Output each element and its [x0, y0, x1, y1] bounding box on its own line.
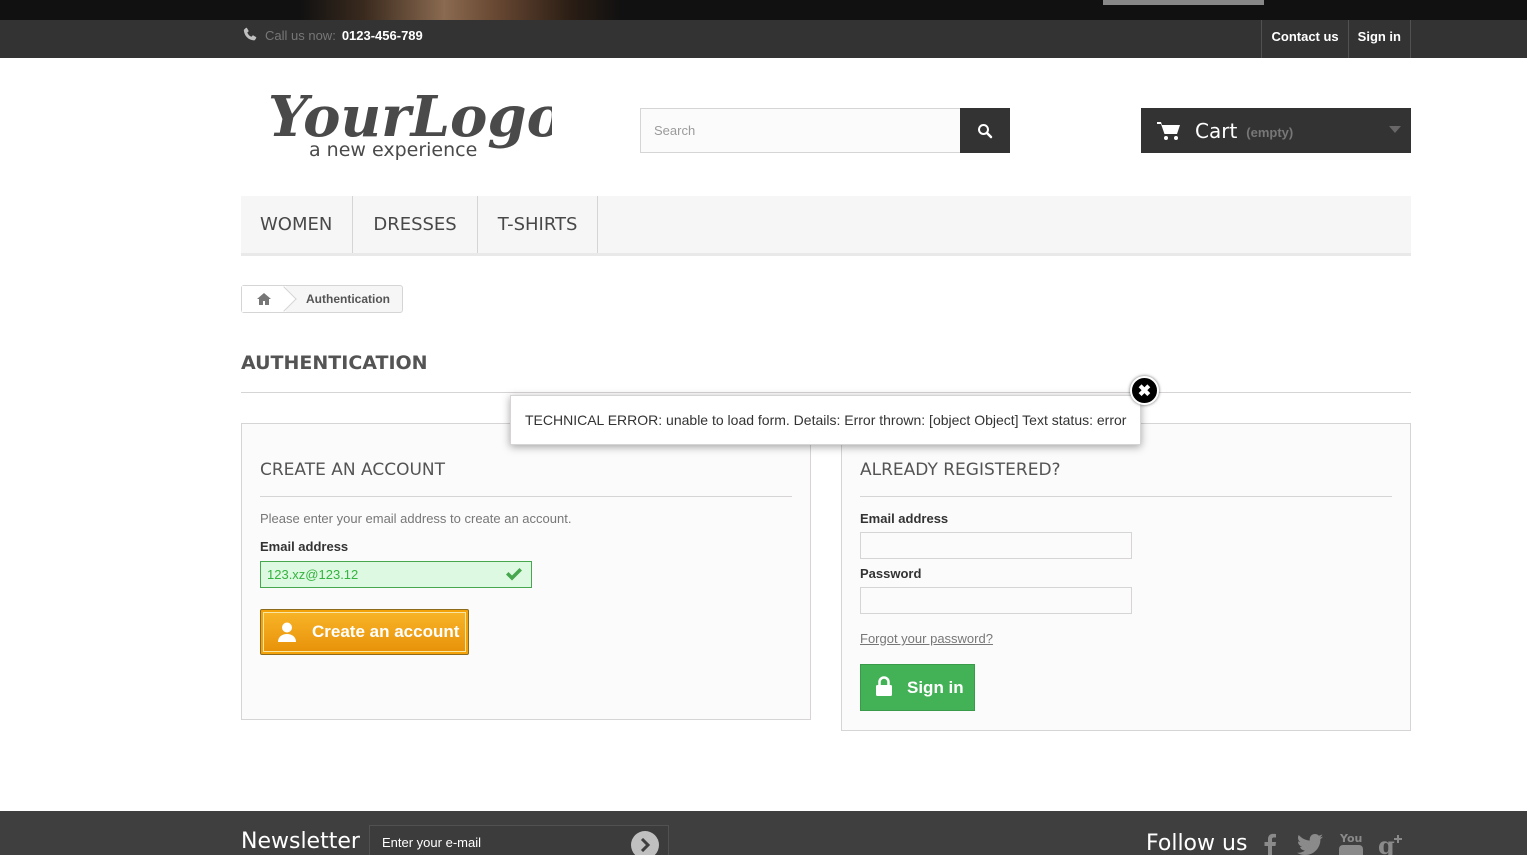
login-title: ALREADY REGISTERED? [860, 460, 1061, 480]
breadcrumb-home[interactable] [242, 286, 286, 312]
newsletter-submit-button[interactable] [631, 831, 659, 855]
facebook-icon[interactable] [1256, 831, 1284, 855]
breadcrumb: Authentication [241, 285, 403, 313]
top-banner[interactable] [0, 0, 1527, 20]
menu-item-tshirts[interactable]: T-SHIRTS [478, 196, 599, 253]
top-nav: Call us now: 0123-456-789 Contact us Sig… [0, 20, 1527, 58]
phone-number: 0123-456-789 [341, 27, 423, 43]
error-message: TECHNICAL ERROR: unable to load form. De… [525, 412, 1127, 428]
error-dialog: TECHNICAL ERROR: unable to load form. De… [510, 395, 1141, 445]
site-logo[interactable]: YourLogo a new experience [262, 78, 552, 166]
banner-bar [1103, 0, 1264, 5]
banner-image [300, 0, 620, 20]
login-email-label: Email address [860, 511, 949, 526]
search-button[interactable] [960, 108, 1010, 153]
page-title: AUTHENTICATION [241, 352, 1411, 393]
login-form: ALREADY REGISTERED? Email address Passwo… [841, 423, 1411, 731]
phone-label: Call us now: [265, 27, 336, 43]
create-account-form: CREATE AN ACCOUNT Please enter your emai… [241, 423, 811, 720]
main-menu: WOMEN DRESSES T-SHIRTS [241, 196, 1411, 256]
contact-us-link[interactable]: Contact us [1261, 20, 1347, 58]
search-icon [978, 123, 993, 138]
check-icon [506, 568, 522, 581]
twitter-icon[interactable] [1296, 831, 1324, 855]
create-account-button[interactable]: Create an account [260, 609, 469, 655]
divider [260, 496, 792, 497]
cart-status: (empty) [1246, 125, 1294, 140]
cart-dropdown-icon [1389, 126, 1401, 133]
sign-in-button[interactable]: Sign in [860, 664, 975, 711]
menu-item-dresses[interactable]: DRESSES [353, 196, 478, 253]
user-icon [278, 622, 296, 642]
phone-icon [243, 27, 257, 41]
google-plus-icon[interactable]: g [1377, 831, 1405, 855]
close-icon[interactable]: ✖ [1130, 376, 1159, 405]
create-account-button-label: Create an account [312, 622, 460, 641]
newsletter-title: Newsletter [241, 829, 360, 854]
cart-label: Cart [1195, 118, 1238, 143]
forgot-password-link[interactable]: Forgot your password? [860, 631, 993, 646]
password-field[interactable] [860, 587, 1132, 614]
youtube-icon[interactable]: You [1337, 831, 1365, 855]
create-email-field[interactable]: 123.xz@123.12 [260, 561, 532, 588]
search-input[interactable] [640, 108, 960, 153]
create-account-button-inner: Create an account [263, 612, 466, 652]
search-bar [640, 108, 1010, 153]
create-account-description: Please enter your email address to creat… [260, 511, 572, 526]
lock-icon [876, 675, 892, 696]
header-links: Contact us Sign in [1261, 20, 1411, 58]
menu-item-women[interactable]: WOMEN [241, 196, 354, 253]
close-glyph: ✖ [1137, 382, 1152, 400]
login-email-field[interactable] [860, 532, 1132, 559]
footer: Newsletter Follow us You g [0, 811, 1527, 855]
create-email-label: Email address [260, 539, 349, 554]
logo-tagline: a new experience [309, 139, 477, 161]
cart-button[interactable]: Cart (empty) [1141, 108, 1411, 153]
svg-text:g: g [1378, 832, 1395, 855]
svg-text:You: You [1339, 832, 1362, 845]
sign-in-button-label: Sign in [907, 677, 964, 697]
shop-phone: Call us now: 0123-456-789 [241, 26, 423, 44]
newsletter-input[interactable] [369, 825, 669, 855]
chevron-right-icon [640, 838, 651, 852]
cart-icon [1157, 121, 1180, 140]
home-icon [257, 293, 271, 305]
password-label: Password [860, 566, 922, 581]
follow-us-title: Follow us [1146, 831, 1248, 855]
create-email-value: 123.xz@123.12 [267, 567, 359, 582]
divider [860, 496, 1392, 497]
breadcrumb-current: Authentication [306, 292, 390, 306]
sign-in-link[interactable]: Sign in [1347, 20, 1411, 58]
create-account-title: CREATE AN ACCOUNT [260, 460, 446, 480]
